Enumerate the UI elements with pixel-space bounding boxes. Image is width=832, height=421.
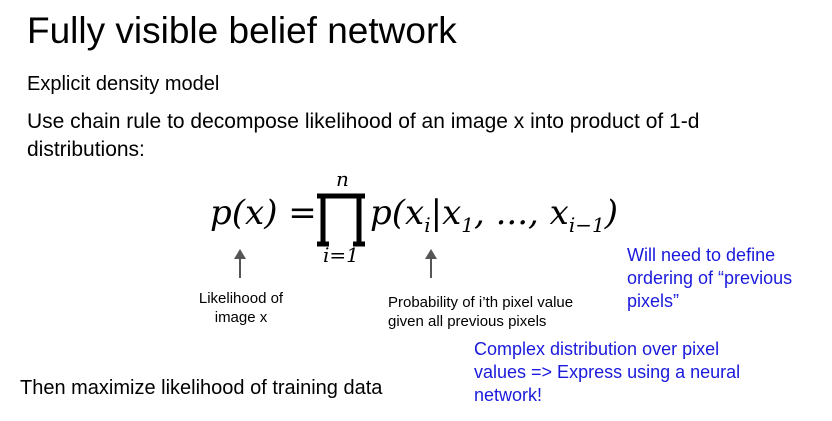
slide-subtitle: Explicit density model bbox=[27, 73, 220, 95]
body-text: Use chain rule to decompose likelihood o… bbox=[27, 108, 699, 164]
rhs-dots: , ..., x bbox=[474, 193, 569, 233]
ordering-note-line-2: ordering of “previous bbox=[627, 268, 793, 288]
complex-note-line-1: Complex distribution over pixel bbox=[474, 339, 720, 359]
probability-arrow-head bbox=[425, 249, 437, 259]
body-line-2: distributions: bbox=[27, 138, 145, 161]
ordering-note-line-3: pixels” bbox=[627, 291, 680, 311]
complex-note-line-3: network! bbox=[474, 385, 543, 405]
probability-caption-line-1: Probability of i’th pixel value bbox=[388, 294, 574, 311]
likelihood-caption: Likelihood of image x bbox=[187, 289, 295, 327]
rhs-sub-im1: i−1 bbox=[569, 213, 605, 237]
ordering-note-line-1: Will need to define bbox=[627, 245, 776, 265]
rhs-close: ) bbox=[604, 193, 618, 233]
probability-caption-line-2: given all previous pixels bbox=[388, 313, 547, 330]
chain-rule-formula: p(x) = n i=1 p(xi|x1, ..., xi−1) bbox=[210, 167, 618, 267]
complex-note-line-2: values => Express using a neural bbox=[474, 362, 741, 382]
conclusion-text: Then maximize likelihood of training dat… bbox=[20, 377, 383, 399]
likelihood-caption-line-2: image x bbox=[214, 309, 268, 326]
slide-title: Fully visible belief network bbox=[27, 10, 457, 51]
product-symbol bbox=[317, 193, 365, 247]
probability-caption: Probability of i’th pixel value given al… bbox=[388, 293, 573, 331]
likelihood-caption-line-1: Likelihood of bbox=[198, 290, 284, 307]
likelihood-arrow-shaft bbox=[239, 258, 241, 278]
complex-distribution-note: Complex distribution over pixel values =… bbox=[474, 338, 740, 407]
rhs-bar-x: |x bbox=[431, 193, 462, 233]
ordering-note: Will need to define ordering of “previou… bbox=[627, 244, 792, 313]
product-upper-limit: n bbox=[336, 167, 349, 191]
likelihood-arrow-head bbox=[234, 249, 246, 259]
formula-lhs: p(x) = bbox=[210, 193, 317, 233]
rhs-p: p(x bbox=[370, 193, 424, 233]
body-line-1: Use chain rule to decompose likelihood o… bbox=[27, 110, 700, 133]
product-lower-limit: i=1 bbox=[323, 243, 359, 267]
probability-arrow-shaft bbox=[430, 258, 432, 278]
rhs-sub-1: 1 bbox=[461, 213, 474, 237]
formula-rhs: p(xi|x1, ..., xi−1) bbox=[370, 193, 618, 237]
